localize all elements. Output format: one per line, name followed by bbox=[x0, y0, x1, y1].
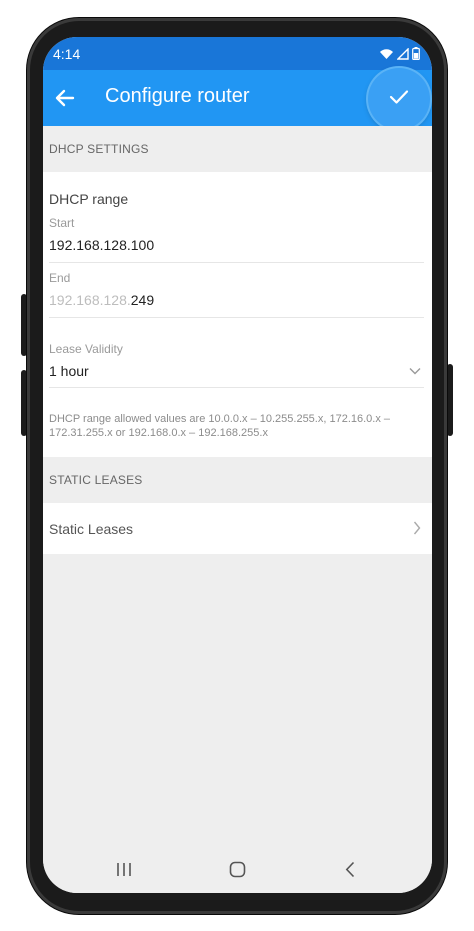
navigation-bar bbox=[43, 847, 432, 893]
lease-divider bbox=[49, 387, 424, 388]
home-icon[interactable] bbox=[229, 861, 246, 878]
start-divider bbox=[49, 262, 424, 263]
dhcp-section-header: DHCP SETTINGS bbox=[43, 126, 432, 172]
status-icons bbox=[379, 47, 420, 60]
signal-icon bbox=[397, 48, 409, 60]
end-suffix: 249 bbox=[130, 292, 155, 308]
start-field[interactable]: Start 192.168.128.100 bbox=[43, 212, 432, 262]
phone-screen: 4:14 Configure router DHCP SETTINGS DHCP… bbox=[43, 37, 432, 893]
dhcp-range-title: DHCP range bbox=[49, 191, 129, 207]
arrow-left-icon bbox=[55, 89, 75, 107]
dhcp-hint: DHCP range allowed values are 10.0.0.x –… bbox=[49, 413, 391, 439]
dhcp-card: DHCP range Start 192.168.128.100 End 192… bbox=[43, 172, 432, 457]
battery-icon bbox=[412, 47, 420, 60]
back-button[interactable] bbox=[51, 84, 79, 112]
end-prefix: 192.168.128. bbox=[49, 292, 131, 308]
lease-value: 1 hour bbox=[49, 363, 89, 379]
wifi-icon bbox=[380, 49, 393, 59]
end-value: 192.168.128.249 bbox=[49, 292, 154, 308]
dhcp-section-title: DHCP SETTINGS bbox=[49, 142, 149, 156]
static-section-header: STATIC LEASES bbox=[43, 457, 432, 503]
status-time: 4:14 bbox=[53, 46, 81, 62]
status-bar: 4:14 bbox=[43, 37, 432, 70]
chevron-right-icon bbox=[413, 521, 421, 535]
lease-label: Lease Validity bbox=[49, 342, 123, 356]
page-title: Configure router bbox=[105, 85, 250, 107]
power-button bbox=[447, 364, 453, 436]
confirm-button[interactable] bbox=[368, 68, 430, 130]
end-field[interactable]: End 192.168.128.249 bbox=[43, 267, 432, 317]
static-leases-item[interactable]: Static Leases bbox=[43, 503, 432, 554]
check-icon bbox=[389, 90, 409, 104]
recents-icon[interactable] bbox=[116, 862, 132, 877]
app-bar: Configure router bbox=[43, 68, 432, 130]
static-section-title: STATIC LEASES bbox=[49, 473, 143, 487]
static-leases-label: Static Leases bbox=[49, 521, 134, 537]
lease-validity-select[interactable]: Lease Validity 1 hour bbox=[43, 337, 432, 387]
start-label: Start bbox=[49, 216, 75, 230]
start-value: 192.168.128.100 bbox=[49, 237, 155, 253]
end-label: End bbox=[49, 271, 71, 285]
end-divider bbox=[49, 317, 424, 318]
chevron-down-icon bbox=[409, 368, 421, 375]
back-nav-icon[interactable] bbox=[345, 861, 355, 878]
